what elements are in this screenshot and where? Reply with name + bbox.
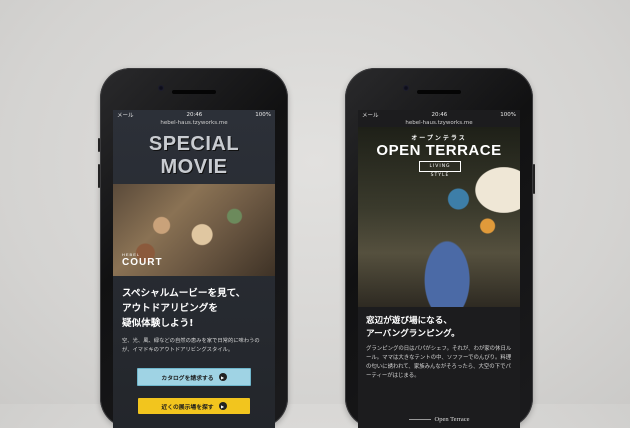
status-time: 20:46: [431, 111, 448, 118]
page-title: SPECIAL MOVIE: [148, 133, 240, 178]
movie-thumbnail[interactable]: HEBEL COURT: [113, 184, 275, 276]
find-showroom-button[interactable]: 近くの展示場を探す ▶: [138, 398, 250, 414]
play-icon: ▶: [218, 373, 227, 381]
body-text: 空、光、風、緑などの自然の恵みを家で日常的に味わうのが、イマドキのアウトドアリビ…: [122, 338, 260, 353]
url-bar[interactable]: hebel-haus.tzyworks.me: [113, 119, 275, 127]
headline-line: 疑似体験しよう!: [122, 318, 194, 329]
button-label: カタログを請求する: [161, 375, 214, 382]
power-button: [533, 164, 535, 194]
headline: 窓辺が遊び場になる、 アーバングランピング。: [358, 307, 520, 340]
right-phone: メール 20:46 100% hebel-haus.tzyworks.me オー…: [345, 68, 535, 428]
headline-line: アウトドアリビングを: [122, 303, 218, 314]
request-catalog-button[interactable]: カタログを請求する ▶: [137, 368, 251, 386]
mute-switch: [98, 138, 100, 152]
headline-line: アーバングランピング。: [366, 328, 460, 339]
button-label: 近くの展示場を探す: [161, 404, 214, 411]
headline-line: スペシャルムービーを見て、: [122, 288, 246, 299]
status-bar: メール 20:46 100%: [113, 110, 275, 119]
front-camera: [158, 85, 164, 91]
carrier-label: メール: [362, 112, 379, 119]
court-logo: HEBEL COURT: [122, 252, 163, 268]
court-logo-text: COURT: [122, 257, 163, 268]
play-icon: ▶: [218, 402, 227, 410]
headline: スペシャルムービーを見て、 アウトドアリビングを 疑似体験しよう!: [113, 276, 275, 331]
divider: [408, 418, 431, 420]
earpiece-speaker: [417, 90, 461, 94]
living-style-badge: LIVING STYLE: [419, 161, 461, 178]
footer-label: Open Terrace: [434, 415, 470, 423]
status-bar: メール 20:46 100%: [358, 110, 520, 119]
status-time: 20:46: [186, 111, 203, 118]
hero-photo: オープンテラス OPEN TERRACE LIVING STYLE: [358, 127, 520, 307]
battery-label: 100%: [255, 111, 271, 118]
hero-subtitle: オープンテラス: [411, 135, 467, 142]
front-camera: [403, 85, 409, 91]
right-screen: メール 20:46 100% hebel-haus.tzyworks.me オー…: [358, 110, 520, 428]
volume-button: [98, 164, 100, 188]
battery-label: 100%: [500, 111, 516, 118]
carrier-label: メール: [117, 112, 134, 119]
body-text: グランピングの日はパパがシェフ。それが、わが家の休日ルール。ママは大きなテントの…: [366, 346, 512, 379]
hero-title: OPEN TERRACE: [376, 142, 502, 159]
headline-line: 窓辺が遊び場になる、: [366, 316, 452, 326]
section-footer: Open Terrace: [358, 410, 520, 428]
url-bar[interactable]: hebel-haus.tzyworks.me: [358, 119, 520, 127]
left-screen: メール 20:46 100% hebel-haus.tzyworks.me SP…: [113, 110, 275, 428]
left-phone: メール 20:46 100% hebel-haus.tzyworks.me SP…: [98, 68, 288, 428]
earpiece-speaker: [172, 90, 216, 94]
